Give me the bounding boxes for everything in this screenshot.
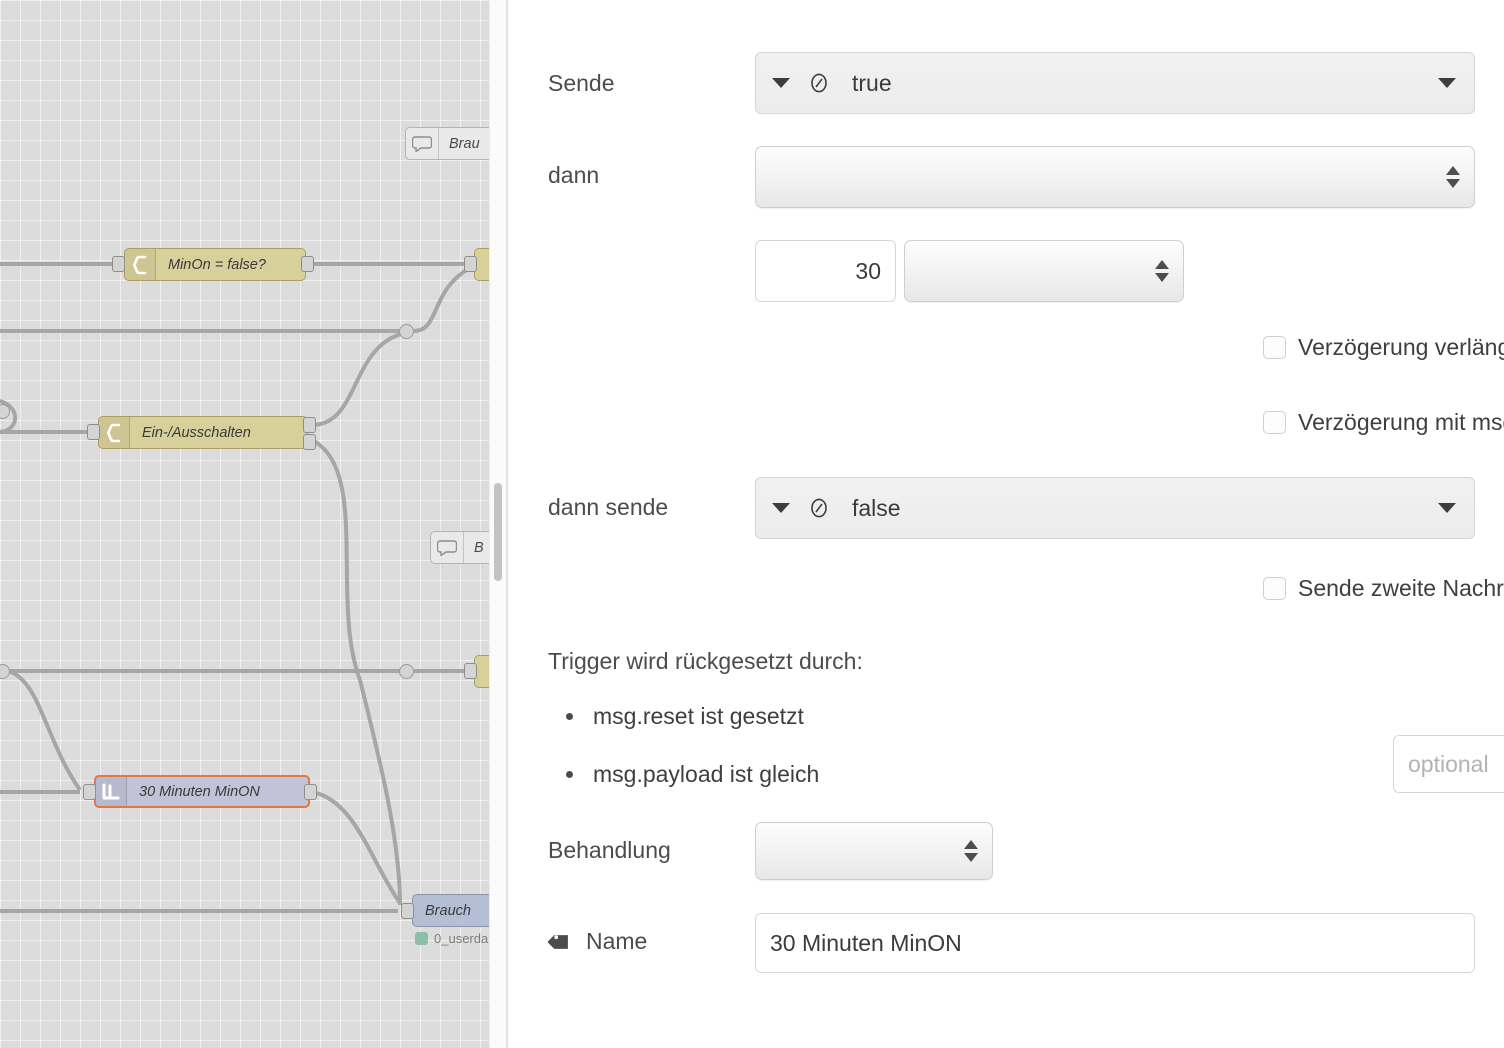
extend-delay-checkbox-row[interactable]: Verzögerung verlängern bei Eingang neuer… xyxy=(1263,334,1504,361)
boolean-icon-2 xyxy=(808,497,830,519)
send-label: Sende xyxy=(548,70,615,96)
node-trigger-output-port[interactable] xyxy=(304,784,317,800)
comment-label-top: Brau xyxy=(449,135,480,152)
second-output-checkbox[interactable] xyxy=(1263,577,1286,600)
node-minon-output-port[interactable] xyxy=(301,256,314,272)
reset-conditions-list: msg.reset ist gesetzt msg.payload ist gl… xyxy=(566,698,819,792)
node-brauch-input-port[interactable] xyxy=(401,903,414,919)
trigger-icon xyxy=(96,777,127,806)
node-ein-aus-input-port[interactable] xyxy=(87,424,100,440)
then-send-label: dann sende xyxy=(548,494,669,520)
comment-icon-2 xyxy=(431,532,464,563)
wire-junction-2[interactable] xyxy=(399,664,414,679)
then-select[interactable] xyxy=(755,146,1475,208)
canvas-scrollbar-thumb[interactable] xyxy=(494,483,502,581)
node-trigger-30-minuten-minon[interactable]: 30 Minuten MinON xyxy=(94,775,310,808)
send-typed-input[interactable]: true xyxy=(755,52,1475,114)
switch-icon xyxy=(125,249,156,280)
second-output-checkbox-row[interactable]: Sende zweite Nachricht über separaten Au… xyxy=(1263,575,1504,602)
node-status-label: 0_userda xyxy=(415,931,488,946)
reset-condition-label-1: msg.reset ist gesetzt xyxy=(593,702,804,729)
name-input[interactable] xyxy=(755,913,1475,973)
then-send-typed-input[interactable]: false xyxy=(755,477,1475,539)
bullet-icon-1 xyxy=(566,712,573,720)
override-delay-label: Verzögerung mit msg.delay überschreiben xyxy=(1298,409,1504,435)
node-label-minon-false: MinOn = false? xyxy=(168,256,266,273)
node-label-brauch: Brauch xyxy=(425,902,471,919)
node-brauch[interactable]: Brauch xyxy=(412,894,489,927)
reset-condition-item-2: msg.payload ist gleich xyxy=(566,756,819,792)
boolean-icon xyxy=(808,72,830,94)
send-dropdown-arrow-icon[interactable] xyxy=(1438,78,1456,88)
override-delay-checkbox[interactable] xyxy=(1263,411,1286,434)
name-label: Name xyxy=(586,928,648,954)
then-send-dropdown-arrow-icon[interactable] xyxy=(1438,503,1456,513)
duration-input[interactable] xyxy=(755,240,896,302)
duration-unit-spinner-icon xyxy=(1155,260,1169,282)
node-minon-input-port[interactable] xyxy=(112,256,125,272)
then-label: dann xyxy=(548,162,600,188)
reset-payload-input[interactable] xyxy=(1393,735,1504,793)
node-ein-aus-output-port-1[interactable] xyxy=(303,417,316,433)
wire-junction-1[interactable] xyxy=(399,324,414,339)
send-value: true xyxy=(852,69,892,96)
extend-delay-label: Verzögerung verlängern bei Eingang neuer… xyxy=(1298,334,1504,360)
bullet-icon-2 xyxy=(566,770,573,778)
chevron-down-icon[interactable] xyxy=(772,78,790,88)
then-send-type-chevron-icon[interactable] xyxy=(772,503,790,513)
comment-node-mid[interactable]: B xyxy=(430,531,489,564)
tag-icon xyxy=(547,929,574,955)
status-dot-icon xyxy=(415,932,428,945)
node-trigger-input-port[interactable] xyxy=(83,784,96,800)
flow-canvas[interactable]: Brau B MinOn = false? Ein-/Ausschalten 3… xyxy=(0,0,489,1048)
comment-node-top[interactable]: Brau xyxy=(405,127,489,160)
node-label-ein-ausschalten: Ein-/Ausschalten xyxy=(142,424,251,441)
node-minon-false[interactable]: MinOn = false? xyxy=(124,248,306,281)
reset-section-title: Trigger wird rückgesetzt durch: xyxy=(548,648,863,674)
duration-unit-select[interactable] xyxy=(904,240,1184,302)
node-offscreen-mid-port[interactable] xyxy=(464,663,477,679)
name-label-row: Name xyxy=(547,928,648,955)
switch-icon-2 xyxy=(99,417,130,448)
then-select-spinner-icon xyxy=(1446,166,1460,188)
extend-delay-checkbox[interactable] xyxy=(1263,336,1286,359)
node-offscreen-top-port[interactable] xyxy=(464,256,477,272)
override-delay-checkbox-row[interactable]: Verzögerung mit msg.delay überschreiben xyxy=(1263,409,1504,436)
then-send-value: false xyxy=(852,494,901,521)
comment-icon xyxy=(406,128,439,159)
handling-select[interactable] xyxy=(755,822,993,880)
node-ein-ausschalten[interactable]: Ein-/Ausschalten xyxy=(98,416,308,449)
reset-condition-item-1: msg.reset ist gesetzt xyxy=(566,698,819,734)
screen-root: Brau B MinOn = false? Ein-/Ausschalten 3… xyxy=(0,0,1504,1048)
handling-select-spinner-icon xyxy=(964,840,978,862)
second-output-label: Sende zweite Nachricht über separaten Au… xyxy=(1298,575,1504,601)
node-label-trigger: 30 Minuten MinON xyxy=(139,783,260,800)
status-text: 0_userda xyxy=(434,931,489,946)
reset-condition-label-2: msg.payload ist gleich xyxy=(593,760,820,787)
handling-label: Behandlung xyxy=(548,837,671,863)
node-edit-panel: Sende true dann 30 Verzögerung verläng V… xyxy=(508,0,1504,1048)
comment-label-mid: B xyxy=(474,539,484,556)
node-ein-aus-output-port-2[interactable] xyxy=(303,434,316,450)
